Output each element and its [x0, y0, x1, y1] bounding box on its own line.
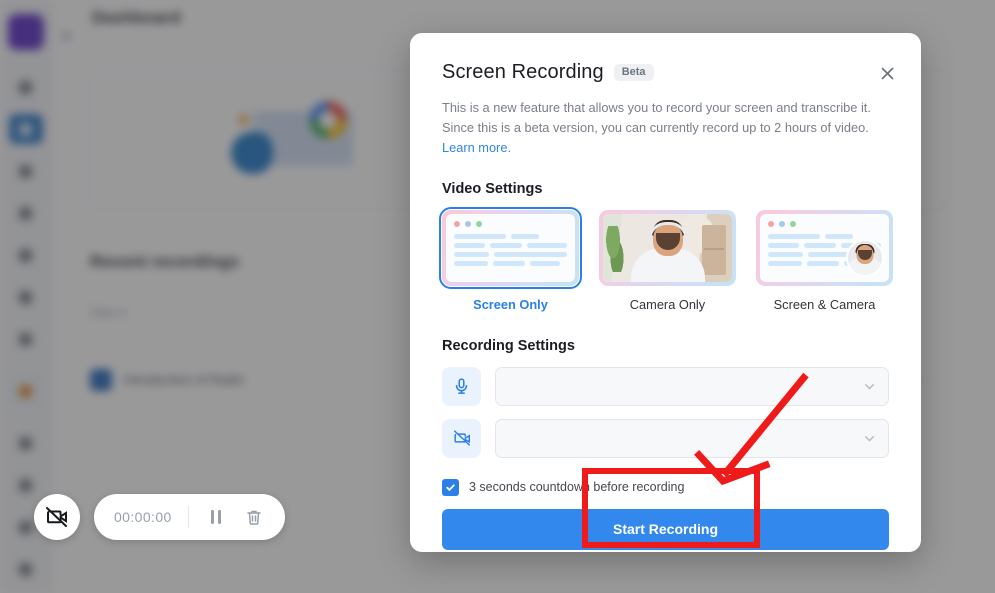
video-settings-section: Video Settings Screen Only Camera Only S… — [439, 180, 893, 312]
chevron-down-icon — [865, 383, 874, 390]
app-root: ◀ Dashboard Not connected to Google Cale… — [0, 0, 995, 593]
screen-camera-thumbnail — [756, 209, 893, 286]
mock-window-2 — [760, 213, 889, 282]
countdown-checkbox[interactable] — [442, 478, 459, 496]
camera-select[interactable] — [495, 418, 889, 458]
microphone-row — [442, 366, 889, 406]
window-dots — [454, 220, 567, 227]
recording-timer: 00:00:00 — [114, 509, 172, 525]
camera-off-icon — [46, 507, 67, 527]
screen-only-thumbnail — [439, 206, 582, 289]
camera-only-thumbnail — [599, 209, 736, 286]
description-text: This is a new feature that allows you to… — [442, 100, 871, 136]
divider — [187, 506, 189, 528]
video-mode-screen-only[interactable]: Screen Only — [439, 206, 582, 312]
headphones-icon — [647, 222, 688, 245]
delete-recording-button[interactable] — [243, 506, 265, 528]
dialog-title: Screen Recording — [442, 61, 604, 83]
dialog-description: This is a new feature that allows you to… — [442, 98, 877, 159]
mock-window — [446, 213, 575, 282]
microphone-select[interactable] — [495, 366, 889, 406]
close-icon — [881, 67, 893, 79]
microphone-icon-box — [442, 366, 481, 406]
learn-more-link[interactable]: Learn more. — [442, 140, 511, 155]
recording-settings-title: Recording Settings — [442, 337, 575, 354]
video-mode-screen-and-camera[interactable]: Screen & Camera — [756, 209, 893, 312]
person-photo — [603, 213, 732, 282]
floating-recorder-bar: 00:00:00 — [34, 494, 285, 540]
check-icon — [446, 484, 455, 491]
plant-decor — [605, 225, 625, 272]
camera-pip — [846, 238, 884, 277]
screen-only-label: Screen Only — [473, 296, 548, 312]
video-settings-title: Video Settings — [442, 180, 543, 197]
camera-icon-box — [442, 418, 481, 458]
chevron-down-icon — [865, 435, 874, 442]
trash-icon — [246, 510, 261, 525]
recorder-controls-pill: 00:00:00 — [94, 494, 285, 540]
camera-row — [442, 418, 889, 458]
microphone-icon — [455, 377, 468, 394]
camera-off-icon — [453, 430, 470, 446]
close-button[interactable] — [875, 61, 899, 85]
shelf-decor — [702, 224, 726, 275]
annotation-highlight-box — [582, 468, 760, 548]
window-dots-2 — [768, 220, 881, 227]
pause-button[interactable] — [205, 506, 227, 528]
recording-settings-section: Recording Settings — [442, 338, 889, 458]
pause-icon — [210, 510, 221, 524]
beta-badge: Beta — [613, 64, 654, 81]
video-mode-options: Screen Only Camera Only Screen & Camera — [439, 206, 893, 312]
camera-preview — [603, 213, 732, 282]
camera-only-label: Camera Only — [629, 296, 706, 312]
video-mode-camera-only[interactable]: Camera Only — [599, 209, 736, 312]
dialog-header: Screen Recording Beta — [442, 61, 889, 84]
screen-camera-label: Screen & Camera — [773, 296, 876, 312]
recorder-camera-toggle-button[interactable] — [34, 494, 80, 540]
